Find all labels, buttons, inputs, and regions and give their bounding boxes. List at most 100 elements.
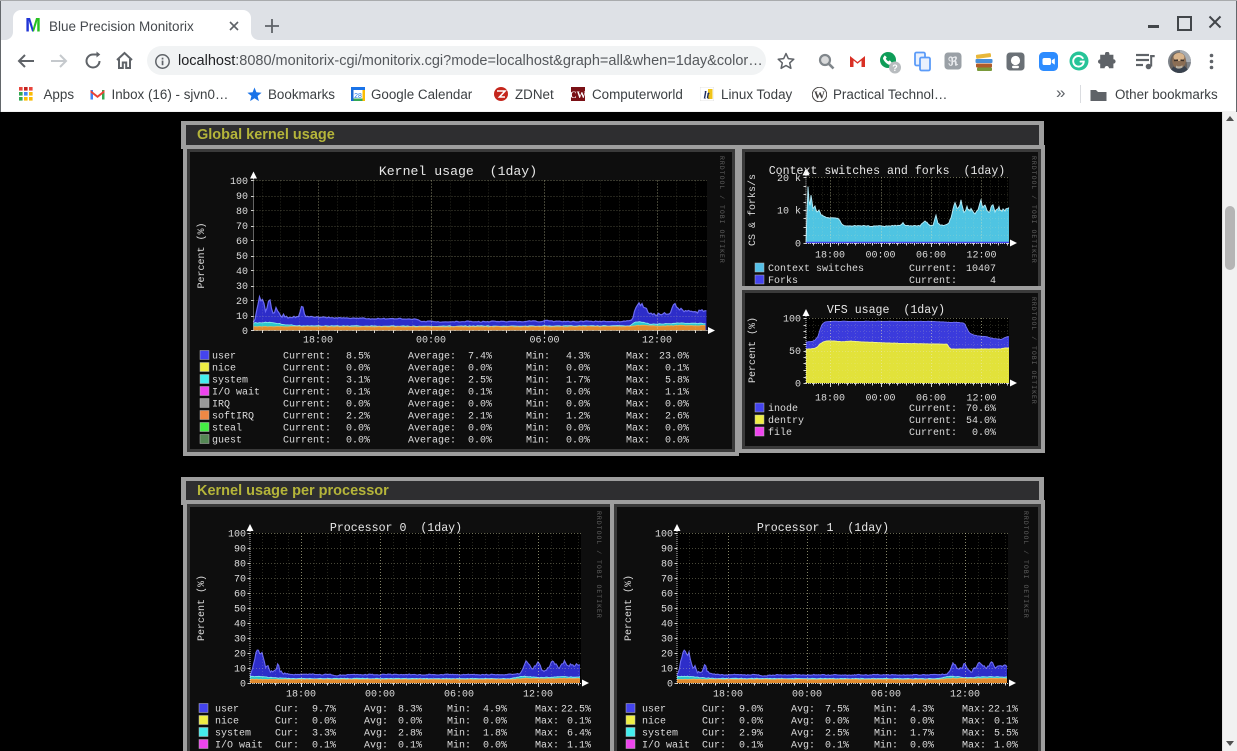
svg-text:100: 100 [655, 530, 673, 541]
svg-text:0: 0 [795, 380, 801, 391]
svg-text:Cur:: Cur: [275, 729, 299, 740]
svg-text:nice: nice [215, 716, 239, 728]
svg-text:0.1%: 0.1% [994, 717, 1018, 728]
svg-text:Average:: Average: [408, 412, 456, 423]
svg-text:Avg:: Avg: [364, 729, 388, 740]
svg-text:00:00: 00:00 [365, 690, 395, 701]
svg-text:Processor 0 (1day): Processor 0 (1day) [330, 522, 462, 535]
svg-text:18:00: 18:00 [815, 251, 845, 262]
svg-text:Max:: Max: [535, 729, 559, 740]
svg-text:0.1%: 0.1% [468, 388, 492, 399]
svg-text:Percent (%): Percent (%) [747, 317, 759, 383]
svg-text:00:00: 00:00 [792, 690, 822, 701]
svg-text:0: 0 [242, 327, 248, 338]
svg-text:Cur:: Cur: [702, 729, 726, 740]
svg-text:Cur:: Cur: [275, 717, 299, 728]
svg-text:20: 20 [236, 297, 248, 308]
svg-text:lt: lt [703, 90, 710, 102]
svg-text:RRDTOOL / TOBI OETIKER: RRDTOOL / TOBI OETIKER [718, 156, 725, 264]
svg-text:2.6%: 2.6% [665, 412, 689, 423]
svg-text:40: 40 [236, 267, 248, 278]
svg-text:system: system [642, 729, 678, 740]
svg-text:0.1%: 0.1% [739, 741, 763, 751]
svg-text:RRDTOOL / TOBI OETIKER: RRDTOOL / TOBI OETIKER [1022, 511, 1029, 619]
svg-text:9.7%: 9.7% [312, 705, 336, 716]
svg-text:0.0%: 0.0% [910, 741, 934, 751]
svg-text:100: 100 [230, 177, 248, 188]
svg-text:Avg:: Avg: [791, 717, 815, 728]
svg-text:0.0%: 0.0% [468, 364, 492, 375]
svg-text:00:00: 00:00 [865, 394, 895, 405]
svg-text:Current:: Current: [283, 388, 331, 399]
svg-text:Min:: Min: [874, 716, 898, 728]
svg-text:IRQ: IRQ [212, 400, 230, 411]
svg-text:60: 60 [661, 590, 673, 601]
svg-text:I/O wait: I/O wait [212, 387, 260, 399]
svg-text:RRDTOOL / TOBI OETIKER: RRDTOOL / TOBI OETIKER [1030, 297, 1037, 405]
svg-text:10407: 10407 [966, 264, 996, 275]
svg-text:Average:: Average: [408, 436, 456, 447]
svg-text:4.3%: 4.3% [566, 352, 590, 363]
svg-text:10: 10 [234, 665, 246, 676]
svg-text:0.0%: 0.0% [346, 436, 370, 447]
svg-text:12:00: 12:00 [966, 394, 996, 405]
svg-text:2.5%: 2.5% [468, 376, 492, 387]
svg-text:Min:: Min: [874, 704, 898, 716]
svg-text:12:00: 12:00 [642, 336, 672, 347]
svg-text:Current:: Current: [909, 416, 957, 427]
svg-text:28: 28 [354, 93, 362, 100]
svg-text:18:00: 18:00 [815, 394, 845, 405]
svg-text:Min:: Min: [526, 351, 550, 363]
svg-text:Current:: Current: [283, 364, 331, 375]
svg-text:Max:: Max: [962, 741, 986, 751]
svg-text:90: 90 [236, 192, 248, 203]
svg-text:0.1%: 0.1% [567, 717, 591, 728]
svg-text:Max:: Max: [626, 352, 650, 363]
svg-text:06:00: 06:00 [916, 394, 946, 405]
svg-text:Percent (%): Percent (%) [196, 222, 208, 288]
svg-text:nice: nice [642, 716, 666, 728]
svg-text:Max:: Max: [535, 705, 559, 716]
svg-text:2.1%: 2.1% [468, 412, 492, 423]
svg-text:0: 0 [667, 680, 673, 691]
svg-text:8.5%: 8.5% [346, 352, 370, 363]
svg-text:0.1%: 0.1% [825, 741, 849, 751]
svg-text:0.0%: 0.0% [566, 400, 590, 411]
svg-text:0.0%: 0.0% [468, 424, 492, 435]
svg-text:0.1%: 0.1% [398, 741, 422, 751]
svg-text:4.9%: 4.9% [483, 705, 507, 716]
svg-text:RRDTOOL / TOBI OETIKER: RRDTOOL / TOBI OETIKER [595, 511, 602, 619]
svg-text:50: 50 [661, 605, 673, 616]
svg-text:0.0%: 0.0% [483, 717, 507, 728]
svg-text:Min:: Min: [526, 375, 550, 387]
svg-text:06:00: 06:00 [916, 251, 946, 262]
svg-text:0.0%: 0.0% [566, 364, 590, 375]
svg-text:inode: inode [768, 403, 798, 415]
svg-text:Max:: Max: [626, 424, 650, 435]
svg-text:Min:: Min: [874, 740, 898, 751]
svg-text:18:00: 18:00 [286, 690, 316, 701]
svg-text:0.0%: 0.0% [468, 436, 492, 447]
svg-text:50: 50 [236, 252, 248, 263]
svg-text:0.0%: 0.0% [566, 388, 590, 399]
svg-text:0.0%: 0.0% [566, 436, 590, 447]
svg-text:?: ? [892, 63, 898, 73]
svg-text:user: user [642, 705, 666, 716]
svg-text:6.4%: 6.4% [567, 729, 591, 740]
svg-text:5.8%: 5.8% [665, 376, 689, 387]
svg-text:4.3%: 4.3% [910, 705, 934, 716]
svg-text:10: 10 [661, 665, 673, 676]
svg-text:0.0%: 0.0% [346, 400, 370, 411]
svg-text:W: W [814, 89, 825, 101]
svg-text:20 k: 20 k [777, 173, 801, 185]
svg-text:60: 60 [234, 590, 246, 601]
svg-text:I/O wait: I/O wait [642, 740, 690, 751]
svg-text:ℜ: ℜ [948, 55, 958, 69]
svg-text:12:00: 12:00 [523, 690, 553, 701]
svg-text:10 k: 10 k [777, 206, 801, 218]
svg-text:0: 0 [240, 680, 246, 691]
svg-text:8.3%: 8.3% [398, 705, 422, 716]
svg-text:I/O wait: I/O wait [215, 740, 263, 751]
svg-text:4: 4 [990, 276, 996, 286]
svg-text:0.0%: 0.0% [346, 424, 370, 435]
